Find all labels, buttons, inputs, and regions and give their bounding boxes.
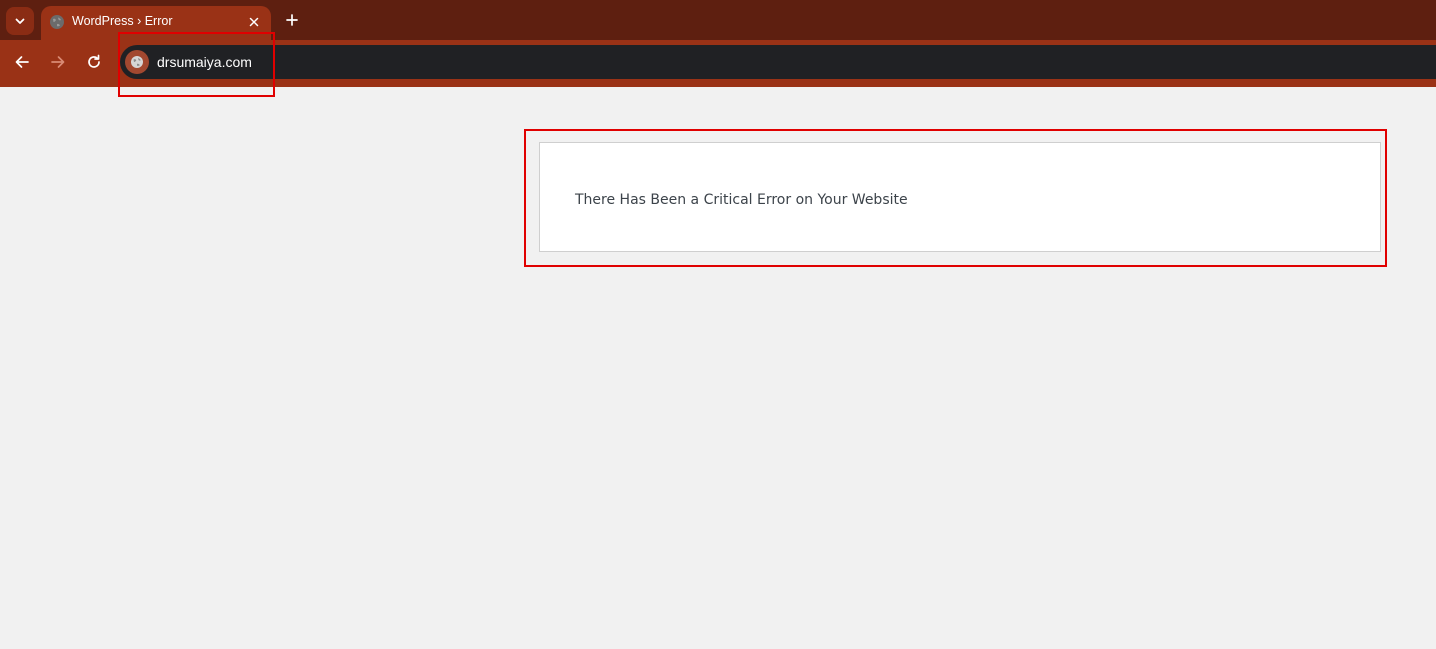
tab-wordpress-error[interactable]: WordPress › Error [41,6,271,40]
browser-window: WordPress › Error drsumaiya.com There Ha… [0,0,1436,649]
error-box: There Has Been a Critical Error on Your … [539,142,1381,252]
error-message: There Has Been a Critical Error on Your … [575,192,908,208]
globe-icon [50,15,64,29]
reload-icon [88,54,100,68]
back-button[interactable] [10,50,34,74]
tab-search-button[interactable] [6,7,34,35]
tab-close-button[interactable] [245,13,263,31]
close-icon [249,17,259,27]
arrow-right-icon [51,56,65,68]
page-content: There Has Been a Critical Error on Your … [0,87,1436,649]
url-text[interactable]: drsumaiya.com [157,54,252,70]
address-bar[interactable]: drsumaiya.com [120,45,1436,79]
globe-icon [131,56,143,68]
plus-icon [286,14,298,26]
site-info-button[interactable] [125,50,149,74]
reload-button[interactable] [82,50,106,74]
tab-strip: WordPress › Error [0,0,1436,40]
chevron-down-icon [15,18,25,24]
arrow-left-icon [15,56,29,68]
tab-title: WordPress › Error [72,14,173,28]
toolbar: drsumaiya.com [0,40,1436,87]
forward-button[interactable] [46,50,70,74]
new-tab-button[interactable] [282,10,302,30]
